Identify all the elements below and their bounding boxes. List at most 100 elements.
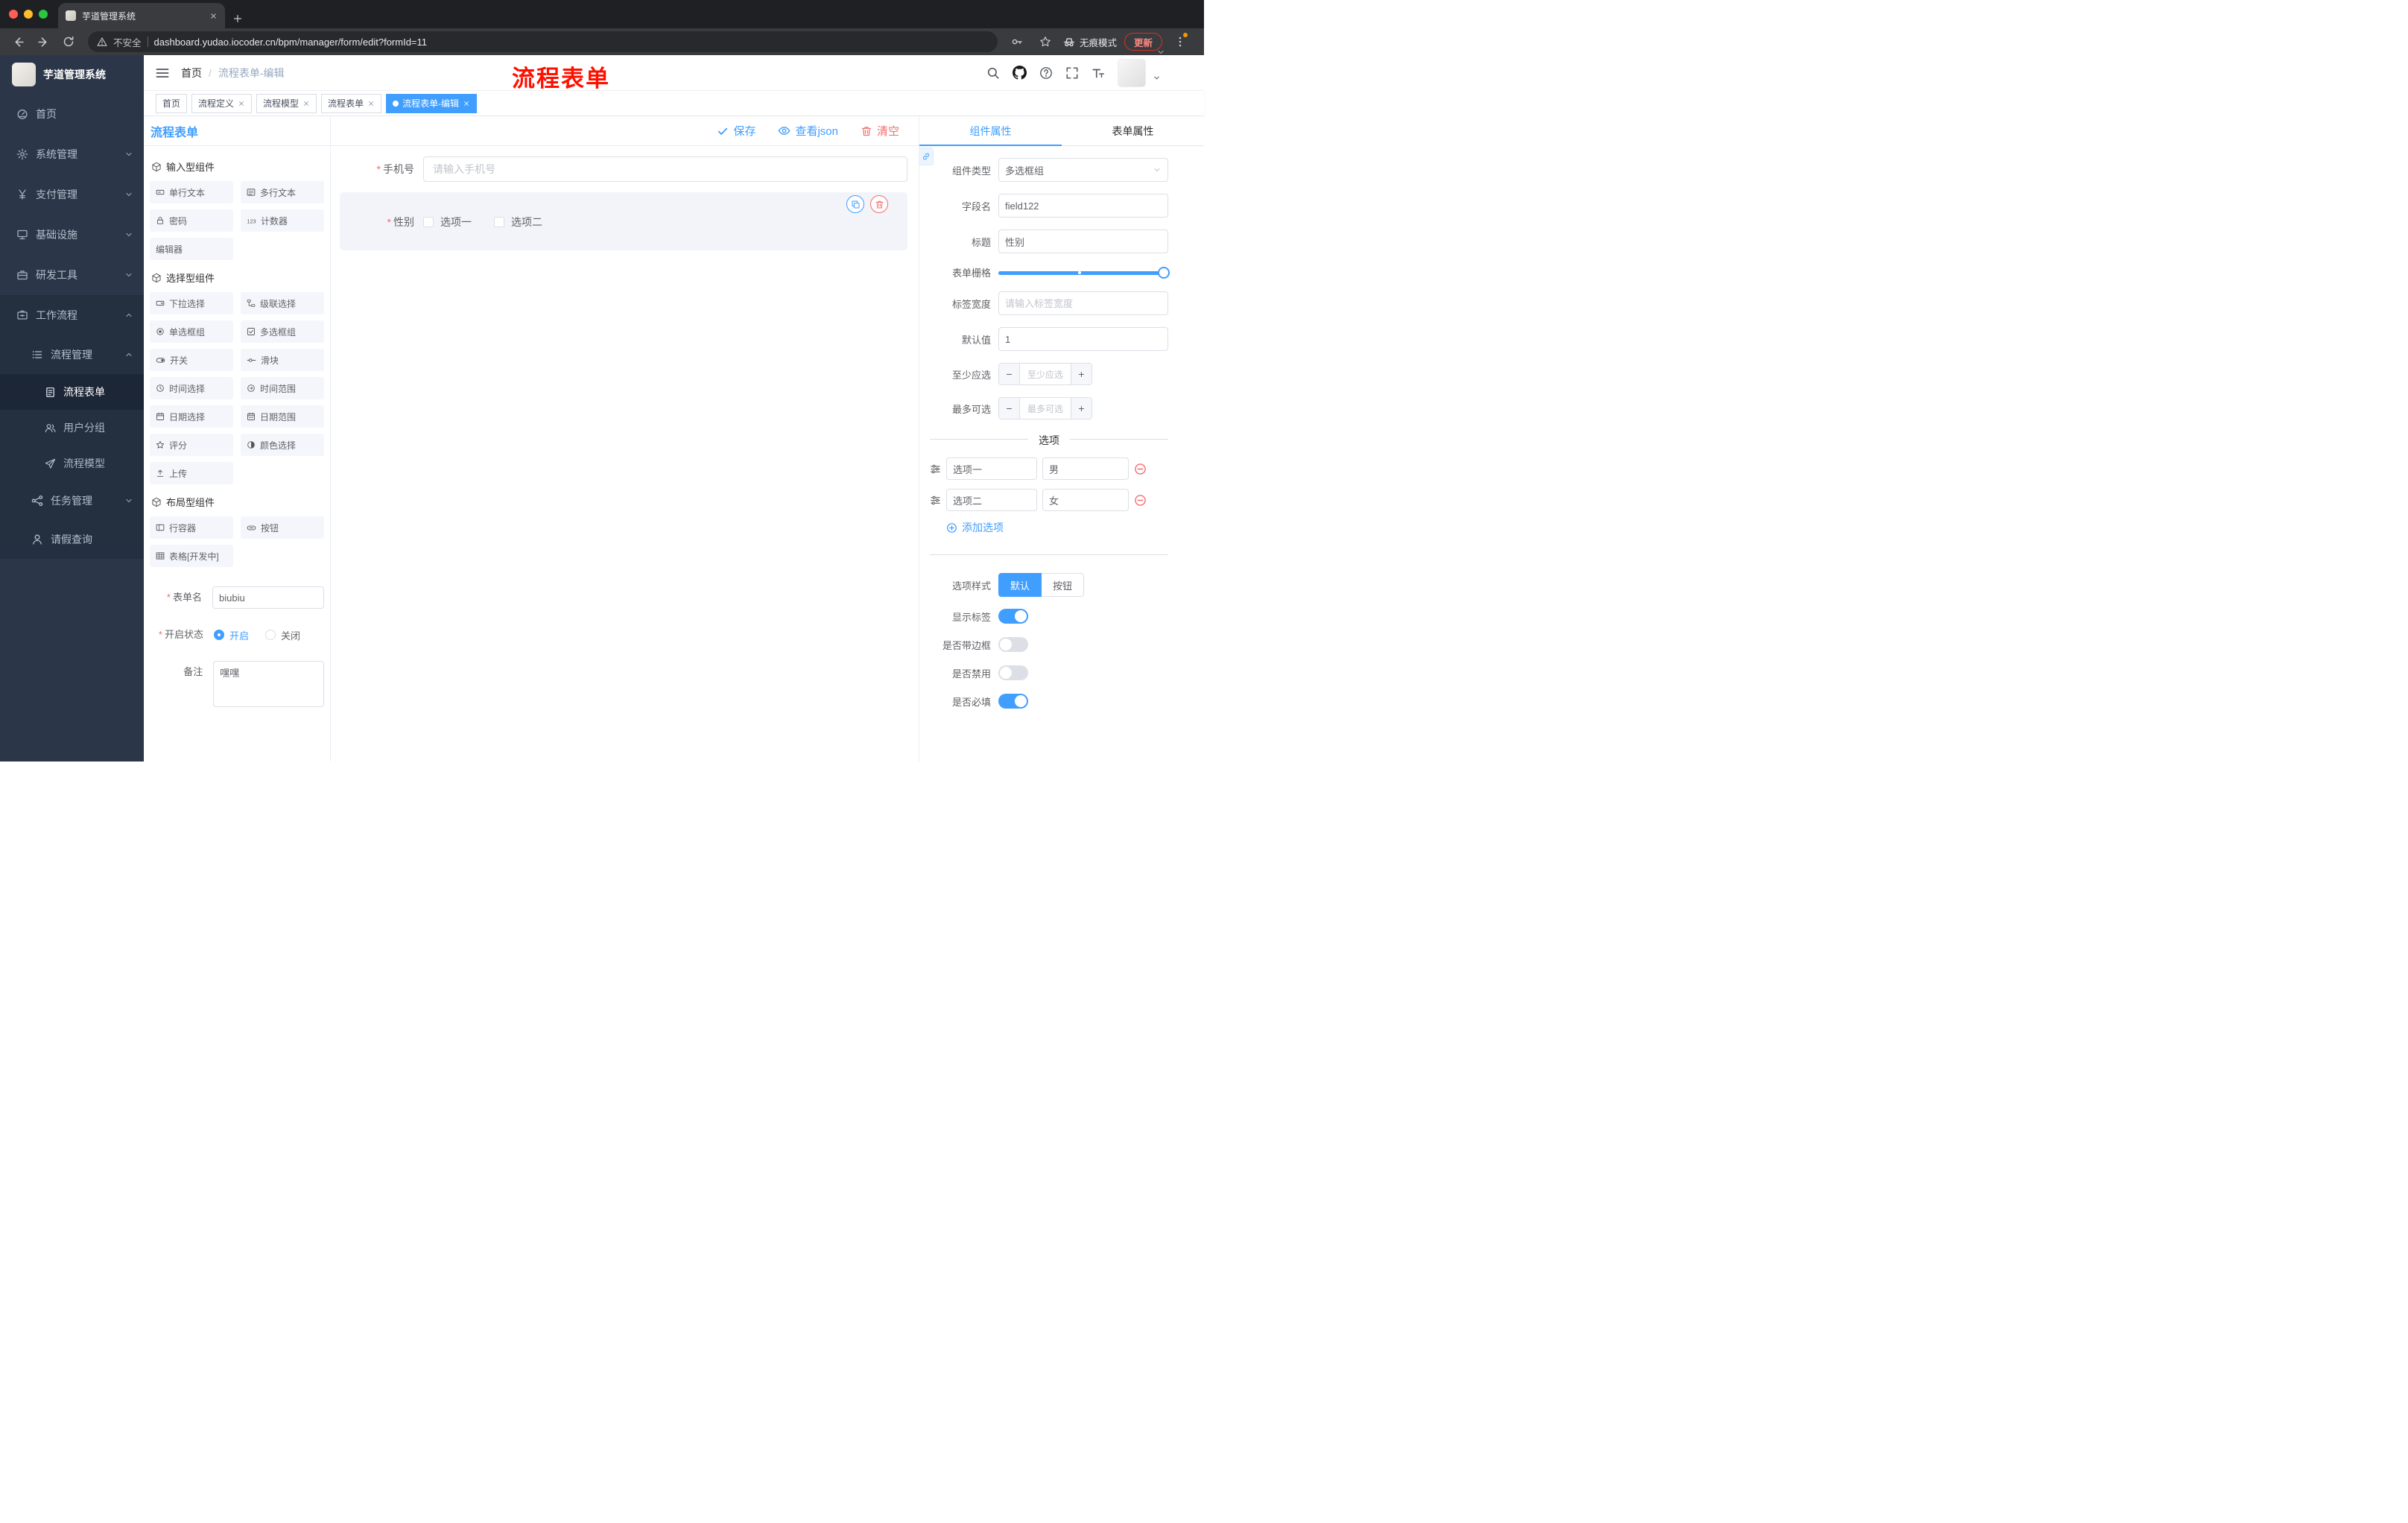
component-checkbox-group[interactable]: 多选框组 [241, 320, 324, 343]
sidebar-item-workflow[interactable]: 工作流程 [0, 295, 144, 335]
component-color-picker[interactable]: 颜色选择 [241, 434, 324, 456]
component-counter[interactable]: 计数器 [241, 209, 324, 232]
checkbox-option-1[interactable]: 选项一 [423, 215, 472, 229]
font-size-icon[interactable] [1091, 66, 1105, 80]
component-slider[interactable]: 滑块 [241, 349, 324, 371]
drag-handle-icon[interactable] [930, 495, 941, 506]
component-switch[interactable]: 开关 [150, 349, 233, 371]
component-table[interactable]: 表格[开发中] [150, 545, 233, 567]
field-name-input[interactable] [998, 194, 1168, 218]
option-1-label-input[interactable] [946, 457, 1037, 480]
component-type-select[interactable]: 多选框组 [998, 158, 1168, 182]
drag-handle-icon[interactable] [930, 463, 941, 475]
disabled-toggle[interactable] [998, 665, 1028, 680]
max-select-value[interactable]: 最多可选 [1020, 398, 1071, 419]
tab-form-props[interactable]: 表单属性 [1062, 116, 1204, 145]
bookmark-star-icon[interactable] [1035, 31, 1056, 52]
tab-component-props[interactable]: 组件属性 [919, 116, 1062, 146]
component-row-container[interactable]: 行容器 [150, 516, 233, 539]
min-select-value[interactable]: 至少应选 [1020, 364, 1071, 384]
sidebar-item-user-group[interactable]: 用户分组 [0, 410, 144, 446]
copy-field-button[interactable] [846, 195, 864, 213]
sidebar-item-task-mgmt[interactable]: 任务管理 [0, 481, 144, 520]
slider-handle[interactable] [1158, 266, 1170, 279]
field-gender-selected[interactable]: * 性别 选项一 选项二 [340, 192, 907, 250]
tab-close-icon[interactable] [209, 12, 218, 20]
option-1-value-input[interactable] [1042, 457, 1129, 480]
remove-option-button[interactable] [1134, 463, 1147, 475]
sidebar-item-devtools[interactable]: 研发工具 [0, 255, 144, 295]
close-window-button[interactable] [9, 10, 18, 19]
form-remark-textarea[interactable]: 嘿嘿 [213, 661, 324, 707]
component-time-picker[interactable]: 时间选择 [150, 377, 233, 399]
address-field[interactable]: 不安全 dashboard.yudao.iocoder.cn/bpm/manag… [88, 31, 998, 52]
logo[interactable]: 芋道管理系统 [0, 55, 144, 94]
avatar[interactable] [1118, 58, 1146, 87]
add-option-button[interactable]: 添加选项 [946, 520, 1192, 535]
field-phone[interactable]: * 手机号 [340, 156, 907, 182]
tag-process-form-edit[interactable]: 流程表单-编辑 [386, 93, 478, 113]
component-password[interactable]: 密码 [150, 209, 233, 232]
browser-menu-icon[interactable] [1170, 31, 1191, 52]
sidebar-item-home[interactable]: 首页 [0, 94, 144, 134]
required-toggle[interactable] [998, 694, 1028, 709]
breadcrumb-home[interactable]: 首页 [181, 66, 202, 80]
option-2-value-input[interactable] [1042, 489, 1129, 511]
tag-process-definition[interactable]: 流程定义 [191, 93, 253, 113]
checkbox-option-2[interactable]: 选项二 [494, 215, 542, 229]
option-2-label-input[interactable] [946, 489, 1037, 511]
form-canvas[interactable]: *手机号 *性别 选项一 选项二 [331, 146, 919, 762]
title-input[interactable] [998, 229, 1168, 253]
new-tab-icon[interactable] [232, 13, 243, 24]
component-cascader[interactable]: 级联选择 [241, 292, 324, 314]
default-value-input[interactable] [998, 327, 1168, 351]
remove-option-button[interactable] [1134, 494, 1147, 507]
component-rate[interactable]: 评分 [150, 434, 233, 456]
phone-input[interactable] [423, 156, 907, 182]
radio-status-off[interactable]: 关闭 [265, 628, 300, 642]
minus-button[interactable]: − [999, 364, 1020, 384]
browser-tab[interactable]: 芋道管理系统 [58, 3, 225, 28]
password-key-icon[interactable] [1007, 31, 1027, 52]
tag-home[interactable]: 首页 [156, 93, 188, 113]
component-date-range[interactable]: 日期范围 [241, 405, 324, 428]
tag-process-model[interactable]: 流程模型 [256, 93, 317, 113]
reload-icon[interactable] [58, 31, 79, 52]
sidebar-item-system[interactable]: 系统管理 [0, 134, 144, 174]
zoom-window-button[interactable] [39, 10, 48, 19]
minimize-window-button[interactable] [24, 10, 33, 19]
github-icon[interactable] [1013, 66, 1027, 80]
close-icon[interactable] [238, 100, 245, 107]
sidebar-item-process-model[interactable]: 流程模型 [0, 446, 144, 481]
sidebar-item-process-mgmt[interactable]: 流程管理 [0, 335, 144, 374]
forward-icon[interactable] [33, 31, 54, 52]
style-button-button[interactable]: 按钮 [1042, 573, 1085, 597]
hamburger-icon[interactable] [154, 66, 171, 80]
tag-process-form[interactable]: 流程表单 [321, 93, 382, 113]
component-editor[interactable]: 编辑器 [150, 238, 233, 260]
component-date-picker[interactable]: 日期选择 [150, 405, 233, 428]
avatar-caret-icon[interactable] [1153, 74, 1161, 82]
grid-slider[interactable] [998, 266, 1170, 279]
search-icon[interactable] [986, 66, 1000, 80]
back-icon[interactable] [7, 31, 28, 52]
component-button[interactable]: 按钮 [241, 516, 324, 539]
save-button[interactable]: 保存 [717, 123, 755, 139]
close-icon[interactable] [367, 100, 375, 107]
plus-button[interactable]: + [1071, 398, 1091, 419]
clear-button[interactable]: 清空 [861, 123, 899, 139]
component-multi-text[interactable]: 多行文本 [241, 181, 324, 203]
label-width-input[interactable] [998, 291, 1168, 315]
view-json-button[interactable]: 查看json [778, 123, 838, 139]
sidebar-item-leave-query[interactable]: 请假查询 [0, 520, 144, 559]
component-time-range[interactable]: 时间范围 [241, 377, 324, 399]
border-toggle[interactable] [998, 637, 1028, 652]
component-select[interactable]: 下拉选择 [150, 292, 233, 314]
component-single-text[interactable]: 单行文本 [150, 181, 233, 203]
component-upload[interactable]: 上传 [150, 462, 233, 484]
help-icon[interactable] [1039, 66, 1053, 80]
sidebar-item-process-form[interactable]: 流程表单 [0, 374, 144, 410]
plus-button[interactable]: + [1071, 364, 1091, 384]
component-radio-group[interactable]: 单选框组 [150, 320, 233, 343]
show-label-toggle[interactable] [998, 609, 1028, 624]
